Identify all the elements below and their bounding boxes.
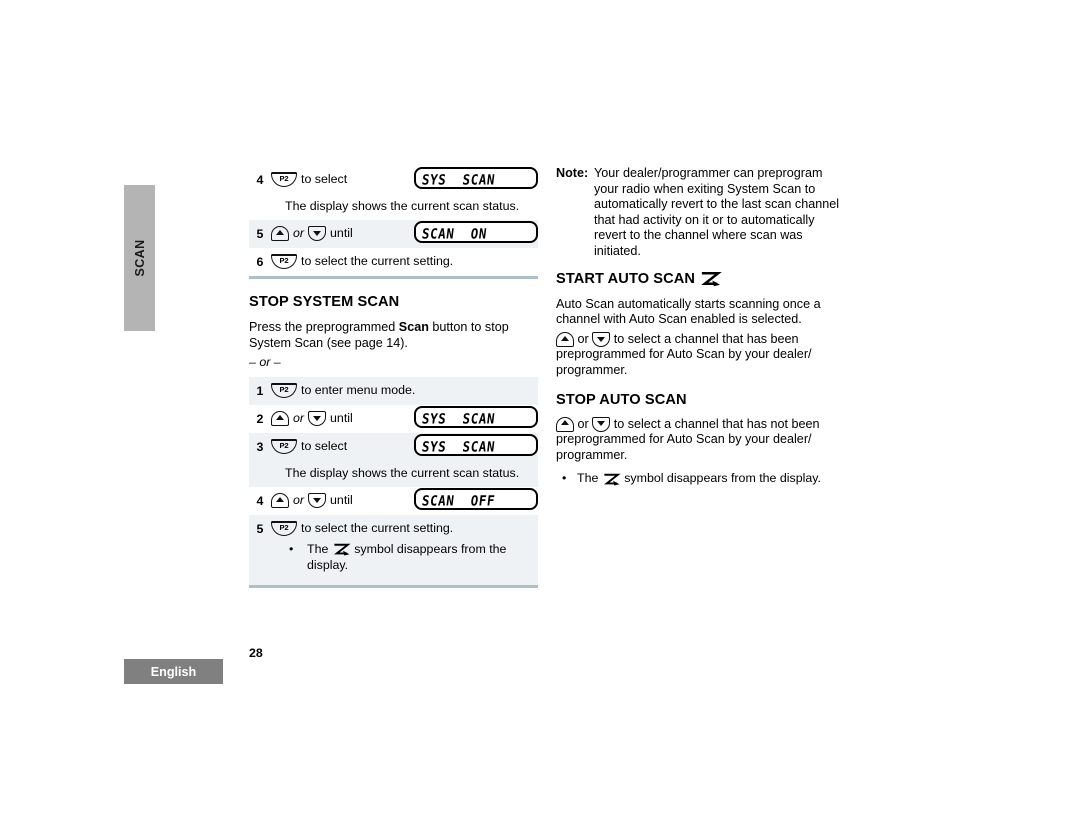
language-tab-label: English <box>150 664 197 679</box>
table-row: 4 or until SCAN OFF <box>249 487 538 515</box>
lcd-display-text: SYS SCAN <box>420 438 497 455</box>
bullet-text-after: symbol disappears from the display. <box>620 471 821 486</box>
table-row: 5 or until SCAN ON <box>249 220 538 248</box>
or-separator: – or – <box>249 355 281 370</box>
down-arrow-button-icon[interactable] <box>592 332 611 348</box>
step-number: 1 <box>256 384 264 399</box>
page-heading-start-auto-scan: START AUTO SCAN <box>556 270 848 288</box>
right-content-column: Note: Your dealer/programmer can preprog… <box>556 166 848 487</box>
table-row: The display shows the current scan statu… <box>249 194 538 220</box>
down-arrow-button-icon[interactable] <box>308 226 327 241</box>
up-arrow-button-icon[interactable] <box>556 332 574 348</box>
procedure-table-bottom: 1 P2 to enter menu mode. 2 or until SYS … <box>249 377 538 586</box>
paragraph-start-auto-scan-steps: or to select a channel that has been pre… <box>556 332 848 379</box>
step-instruction: until <box>330 411 353 426</box>
up-arrow-button-icon[interactable] <box>271 411 289 427</box>
up-arrow-button-icon[interactable] <box>271 226 289 241</box>
step-number: 5 <box>256 227 264 241</box>
paragraph-stop-auto-scan-steps: or to select a channel that has not been… <box>556 417 848 464</box>
or-label: or <box>577 416 589 431</box>
step-note: The display shows the current scan statu… <box>285 199 520 213</box>
up-arrow-button-icon[interactable] <box>556 416 574 432</box>
or-label: or <box>577 331 589 346</box>
table-row: The display shows the current scan statu… <box>249 461 538 488</box>
step-instruction: to select <box>301 439 348 454</box>
left-content-column: 4 P2 to select SYS SCAN The display show… <box>249 166 538 589</box>
step-number: 4 <box>256 494 264 509</box>
p2-button-icon[interactable]: P2 <box>271 439 297 455</box>
procedure-table-top: 4 P2 to select SYS SCAN The display show… <box>249 166 538 276</box>
step-instruction: until <box>330 226 353 240</box>
down-arrow-button-icon[interactable] <box>308 493 327 509</box>
note-text: Your dealer/programmer can preprogram yo… <box>594 166 840 258</box>
table-row: 1 P2 to enter menu mode. <box>249 377 538 406</box>
list-item: • The symbol disappears from the display. <box>556 471 848 487</box>
step-instruction: to select the current setting. <box>301 254 454 268</box>
lcd-display: SCAN OFF <box>414 488 538 511</box>
auto-scan-symbol-icon <box>602 472 621 487</box>
lcd-display: SYS SCAN <box>414 167 538 189</box>
p2-button-icon[interactable]: P2 <box>271 172 297 187</box>
page-number: 28 <box>249 646 263 660</box>
lcd-display-text: SYS SCAN <box>420 410 497 427</box>
p2-button-icon[interactable]: P2 <box>271 521 297 537</box>
step-note: The display shows the current scan statu… <box>285 466 520 481</box>
bullet-dot: • <box>562 471 567 486</box>
p2-button-icon[interactable]: P2 <box>271 383 297 399</box>
lcd-display-text: SCAN OFF <box>420 492 497 509</box>
or-label: or <box>293 493 305 508</box>
lcd-display: SYS SCAN <box>414 406 538 429</box>
step-number: 2 <box>256 412 264 427</box>
step-number: 6 <box>256 255 264 269</box>
paragraph-stop-system-scan: Press the preprogrammed Scan button to s… <box>249 320 538 351</box>
lcd-display-text: SYS SCAN <box>420 171 497 188</box>
section-divider <box>249 276 538 279</box>
note-block: Note: Your dealer/programmer can preprog… <box>556 166 848 260</box>
page-heading-stop-auto-scan: STOP AUTO SCAN <box>556 391 687 408</box>
step-body: P2 to select the current setting. <box>271 253 538 270</box>
page-heading-stop-system-scan: STOP SYSTEM SCAN <box>249 294 400 310</box>
paragraph-text-before: Press the preprogrammed <box>249 320 399 334</box>
step-instruction: to select the current setting. <box>301 521 454 536</box>
table-row: 6 P2 to select the current setting. <box>249 248 538 276</box>
p2-button-icon[interactable]: P2 <box>271 254 297 269</box>
note-label: Note: <box>556 166 589 180</box>
step-number: 4 <box>256 173 264 187</box>
language-tab: English <box>124 659 223 684</box>
down-arrow-button-icon[interactable] <box>308 411 327 427</box>
section-divider <box>249 585 538 589</box>
step-number: 5 <box>256 522 264 537</box>
step-body: P2 to select the current setting. <box>271 520 538 537</box>
bullet-dot: • <box>289 542 294 557</box>
down-arrow-button-icon[interactable] <box>592 416 611 432</box>
or-label: or <box>293 226 305 240</box>
auto-scan-symbol-icon <box>332 542 351 557</box>
bullet-text-before: The <box>577 471 602 486</box>
lcd-display: SCAN ON <box>414 221 538 243</box>
or-label: or <box>293 411 305 426</box>
list-item: • The symbol disappears from the display. <box>249 542 537 573</box>
step-number: 3 <box>256 440 264 455</box>
table-row: 2 or until SYS SCAN <box>249 405 538 433</box>
table-row: 4 P2 to select SYS SCAN <box>249 166 538 194</box>
up-arrow-button-icon[interactable] <box>271 493 289 509</box>
step-instruction: to select <box>301 172 348 186</box>
table-row: 5 P2 to select the current setting. • The… <box>249 515 538 586</box>
section-tab-label: SCAN <box>132 239 147 277</box>
auto-scan-symbol-icon <box>699 270 722 288</box>
paragraph-auto-scan-intro: Auto Scan automatically starts scanning … <box>556 296 821 327</box>
lcd-display-text: SCAN ON <box>420 225 489 242</box>
table-row: 3 P2 to select SYS SCAN <box>249 433 538 462</box>
scan-button-name: Scan <box>398 320 429 334</box>
step-instruction: until <box>330 493 353 508</box>
step-body: P2 to enter menu mode. <box>271 382 538 399</box>
lcd-display: SYS SCAN <box>414 434 538 457</box>
bullet-text-before: The <box>307 542 332 557</box>
section-tab-scan: SCAN <box>124 185 155 331</box>
heading-text: START AUTO SCAN <box>556 270 696 287</box>
step-instruction: to enter menu mode. <box>301 383 416 398</box>
